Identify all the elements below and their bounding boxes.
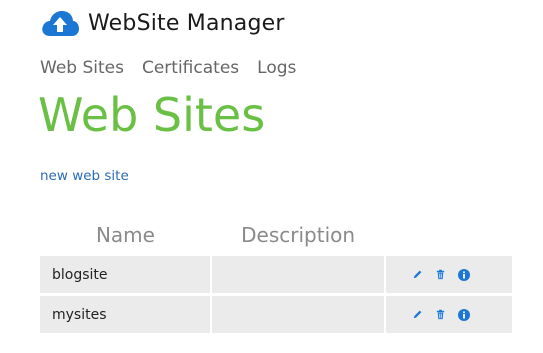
cloud-upload-icon [42, 11, 79, 36]
column-header-description: Description [241, 223, 356, 247]
main-nav: Web Sites Certificates Logs [40, 58, 296, 78]
row-name-cell: mysites [40, 294, 212, 336]
app-title: WebSite Manager [88, 10, 285, 36]
table-row: mysites [40, 294, 512, 336]
info-icon[interactable] [458, 308, 471, 321]
row-description-cell [210, 256, 387, 296]
row-actions-cell [385, 294, 512, 336]
new-web-site-link[interactable]: new web site [40, 168, 129, 184]
pencil-icon[interactable] [412, 269, 423, 280]
nav-certificates[interactable]: Certificates [142, 58, 239, 78]
row-name-cell: blogsite [40, 256, 212, 296]
app-header: WebSite Manager [40, 8, 285, 38]
web-sites-table: Name Description blogsite mysites [40, 214, 512, 336]
row-description-cell [210, 294, 387, 336]
pencil-icon[interactable] [412, 309, 423, 320]
trash-icon[interactable] [435, 269, 446, 280]
page-title: Web Sites [38, 88, 266, 142]
nav-logs[interactable]: Logs [257, 58, 296, 78]
table-row: blogsite [40, 256, 512, 296]
column-header-name: Name [95, 223, 155, 247]
info-icon[interactable] [458, 268, 471, 281]
table-header-row: Name Description [40, 214, 512, 256]
column-header-actions [385, 214, 512, 256]
trash-icon[interactable] [435, 309, 446, 320]
nav-web-sites[interactable]: Web Sites [40, 58, 124, 78]
row-actions-cell [385, 256, 512, 296]
